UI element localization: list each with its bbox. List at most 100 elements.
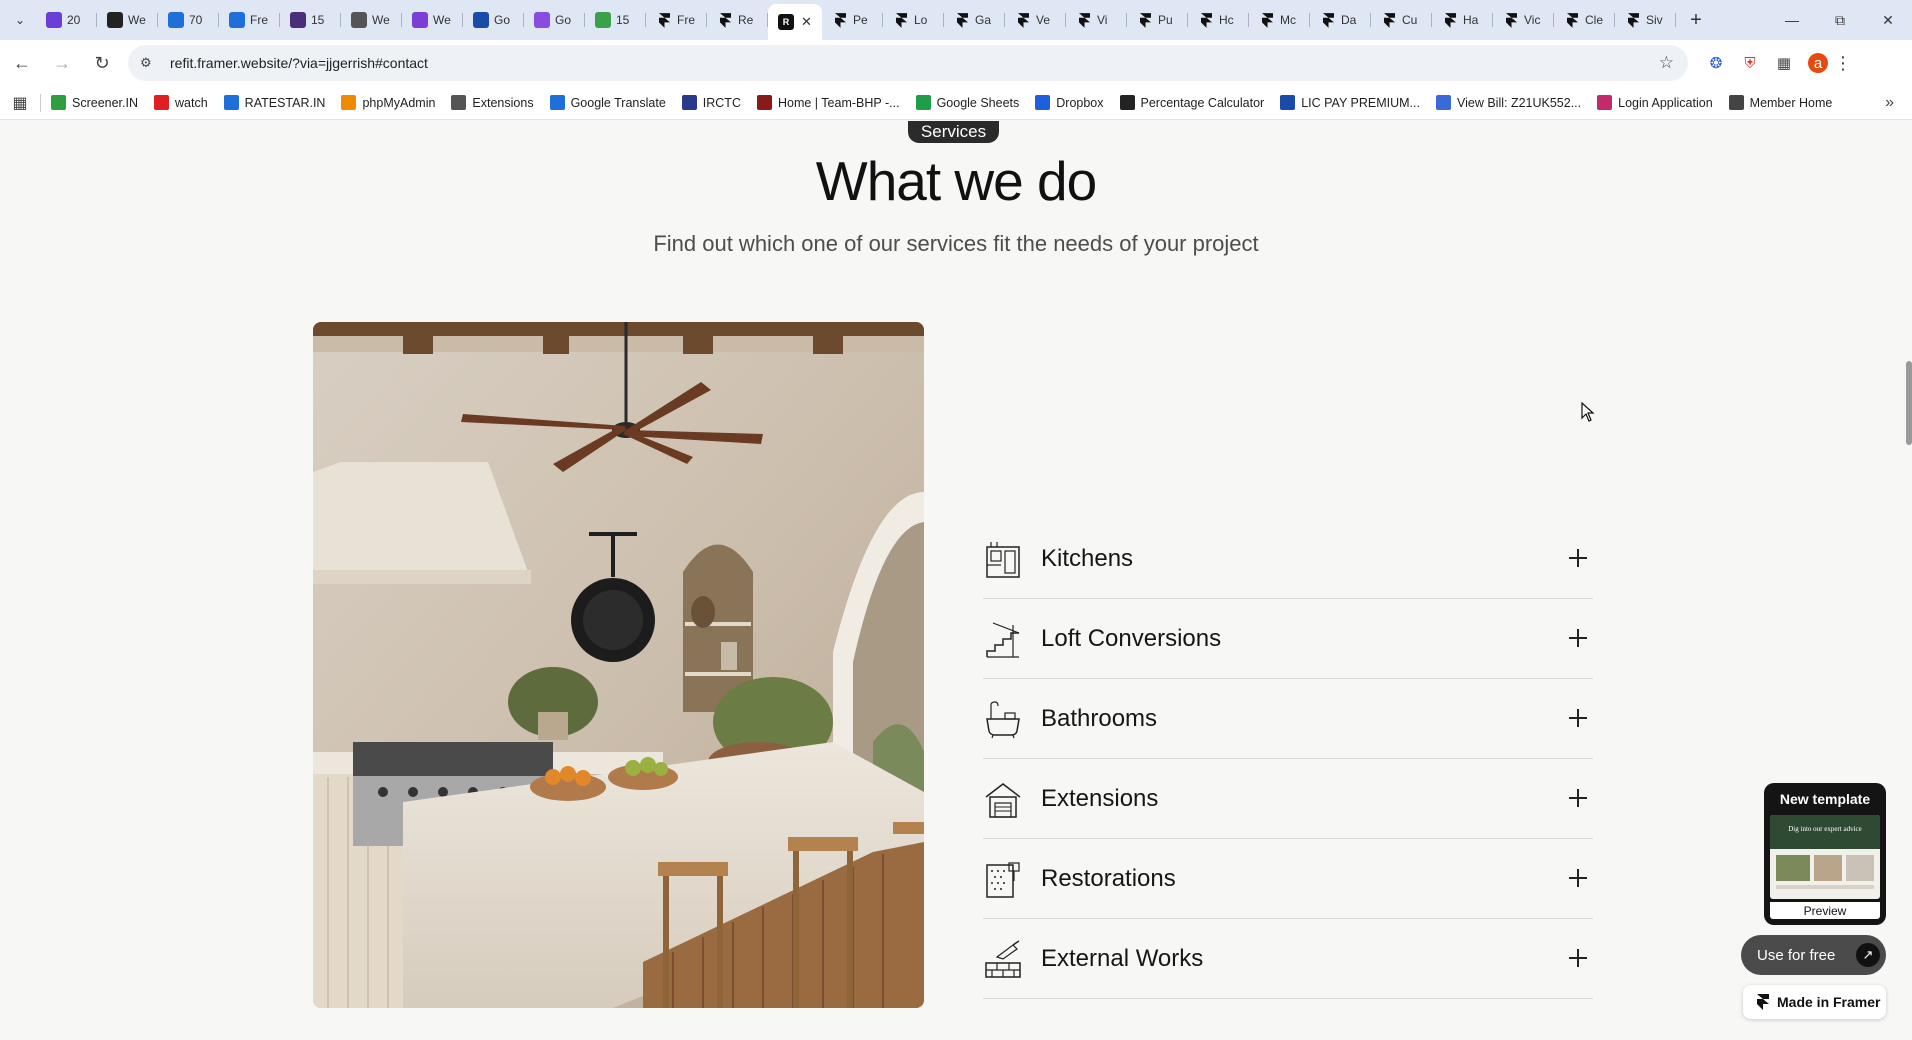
bookmark-item[interactable]: Home | Team-BHP -... xyxy=(756,95,900,110)
browser-tab[interactable]: Go xyxy=(524,4,585,36)
bookmark-item[interactable]: Google Translate xyxy=(549,95,666,110)
browser-tab[interactable]: Fre xyxy=(219,4,280,36)
browser-tab[interactable]: Fre xyxy=(646,4,707,36)
browser-tab[interactable]: Pe xyxy=(822,4,883,36)
bookmark-item[interactable]: phpMyAdmin xyxy=(341,95,435,110)
menu-kebab-icon[interactable]: ⋮ xyxy=(1834,53,1852,74)
browser-tab[interactable]: Da xyxy=(1310,4,1371,36)
back-icon[interactable]: ← xyxy=(4,45,40,81)
bookmark-item[interactable]: Login Application xyxy=(1597,95,1713,110)
address-bar[interactable]: ⚙ refit.framer.website/?via=jjgerrish#co… xyxy=(128,45,1688,81)
tab-search-chevron-icon[interactable]: ⌄ xyxy=(4,4,36,36)
profile-avatar[interactable]: a xyxy=(1808,53,1828,73)
check-icon xyxy=(229,12,245,28)
plus-icon[interactable] xyxy=(1567,867,1589,889)
bookmark-item[interactable]: Percentage Calculator xyxy=(1119,95,1265,110)
percent-icon xyxy=(1119,95,1135,110)
framer-icon xyxy=(832,12,848,28)
close-tab-icon[interactable]: ✕ xyxy=(801,14,812,30)
browser-tab[interactable]: We xyxy=(402,4,463,36)
extensions-puzzle-icon[interactable]: ▦ xyxy=(1774,53,1794,73)
browser-tab[interactable]: Hc xyxy=(1188,4,1249,36)
browser-tab[interactable]: R ✕ xyxy=(768,4,822,40)
tab-strip: ⌄ 20 We 70 Fre 15 We We Go Go 15 Fre Re R ✕ Pe Lo Ga Ve Vi… xyxy=(0,0,1912,40)
bookmark-label: Percentage Calculator xyxy=(1140,95,1265,110)
service-item-kitchens[interactable]: Kitchens xyxy=(983,519,1593,599)
tab-title: Vic xyxy=(1524,13,1541,27)
service-item-loft-conversions[interactable]: Loft Conversions xyxy=(983,599,1593,679)
bookmark-label: View Bill: Z21UK552... xyxy=(1456,95,1582,110)
service-label: Extensions xyxy=(1041,784,1159,812)
globe-icon xyxy=(1728,95,1744,110)
service-item-bathrooms[interactable]: Bathrooms xyxy=(983,679,1593,759)
bookmark-item[interactable]: Extensions xyxy=(451,95,534,110)
browser-tab[interactable]: Ve xyxy=(1005,4,1066,36)
browser-tab[interactable]: Ga xyxy=(944,4,1005,36)
browser-tab[interactable]: 15 xyxy=(280,4,341,36)
browser-tab[interactable]: Pu xyxy=(1127,4,1188,36)
site-info-icon[interactable]: ⚙ xyxy=(140,55,160,71)
service-item-extensions[interactable]: Extensions xyxy=(983,759,1593,839)
circle-icon xyxy=(534,12,550,28)
template-card[interactable]: New template Dig into our expert advice … xyxy=(1764,783,1886,925)
browser-tab[interactable]: Vic xyxy=(1493,4,1554,36)
browser-tab[interactable]: Siv xyxy=(1615,4,1676,36)
reload-icon[interactable]: ↻ xyxy=(84,45,120,81)
bookmark-item[interactable]: View Bill: Z21UK552... xyxy=(1435,95,1582,110)
framer-icon xyxy=(1381,12,1397,28)
bookmark-item[interactable]: Screener.IN xyxy=(51,95,138,110)
close-window-icon[interactable]: ✕ xyxy=(1864,0,1912,40)
bookmark-star-icon[interactable]: ☆ xyxy=(1659,53,1674,73)
forward-icon[interactable]: → xyxy=(44,45,80,81)
plus-icon[interactable] xyxy=(1567,707,1589,729)
use-for-free-button[interactable]: Use for free ↗ xyxy=(1741,935,1886,975)
new-tab-button[interactable]: + xyxy=(1680,4,1712,36)
browser-tab[interactable]: 70 xyxy=(158,4,219,36)
bookmark-item[interactable]: Google Sheets xyxy=(915,95,1019,110)
bookmark-item[interactable]: LIC PAY PREMIUM... xyxy=(1280,95,1420,110)
browser-tab[interactable]: 20 xyxy=(36,4,97,36)
more-bookmarks-icon[interactable]: » xyxy=(1885,94,1894,112)
browser-tab[interactable]: Vi xyxy=(1066,4,1127,36)
scrollbar-thumb[interactable] xyxy=(1906,361,1912,445)
restore-icon[interactable]: ⧉ xyxy=(1816,0,1864,40)
plus-icon[interactable] xyxy=(1567,627,1589,649)
feather-icon xyxy=(351,12,367,28)
bookmark-item[interactable]: watch xyxy=(154,95,208,110)
browser-tab[interactable]: Cu xyxy=(1371,4,1432,36)
apps-grid-icon[interactable]: ▦ xyxy=(0,93,40,113)
minimize-icon[interactable]: — xyxy=(1768,0,1816,40)
tab-title: Pe xyxy=(853,13,868,27)
service-item-restorations[interactable]: Restorations xyxy=(983,839,1593,919)
bookmark-item[interactable]: Member Home xyxy=(1728,95,1832,110)
plus-icon[interactable] xyxy=(1567,547,1589,569)
framer-icon xyxy=(1137,12,1153,28)
plus-icon[interactable] xyxy=(1567,787,1589,809)
page-content: Services What we do Find out which one o… xyxy=(0,121,1912,1040)
extension-globe-icon[interactable]: ❂ xyxy=(1706,53,1726,73)
dropbox-icon xyxy=(1035,95,1051,110)
url-text[interactable]: refit.framer.website/?via=jjgerrish#cont… xyxy=(170,55,428,71)
service-label: Bathrooms xyxy=(1041,704,1158,732)
bookmark-item[interactable]: IRCTC xyxy=(681,95,741,110)
browser-tab[interactable]: Cle xyxy=(1554,4,1615,36)
made-in-framer-badge[interactable]: Made in Framer xyxy=(1743,985,1886,1019)
bookmark-label: IRCTC xyxy=(702,95,741,110)
service-item-external-works[interactable]: External Works xyxy=(983,919,1593,999)
browser-tab[interactable]: We xyxy=(341,4,402,36)
browser-tab[interactable]: 15 xyxy=(585,4,646,36)
browser-tab[interactable]: We xyxy=(97,4,158,36)
h-icon xyxy=(412,12,428,28)
browser-tab[interactable]: Re xyxy=(707,4,768,36)
plus-icon[interactable] xyxy=(1567,947,1589,969)
lic-icon xyxy=(1280,95,1296,110)
browser-tab[interactable]: Lo xyxy=(883,4,944,36)
extension-shield-icon[interactable]: ⛨ xyxy=(1740,53,1760,73)
browser-tab[interactable]: Go xyxy=(463,4,524,36)
preview-button[interactable]: Preview xyxy=(1770,902,1880,919)
tab-title: 15 xyxy=(616,13,630,27)
browser-tab[interactable]: Ha xyxy=(1432,4,1493,36)
browser-tab[interactable]: Mc xyxy=(1249,4,1310,36)
bookmark-item[interactable]: Dropbox xyxy=(1035,95,1104,110)
bookmark-item[interactable]: RATESTAR.IN xyxy=(223,95,325,110)
